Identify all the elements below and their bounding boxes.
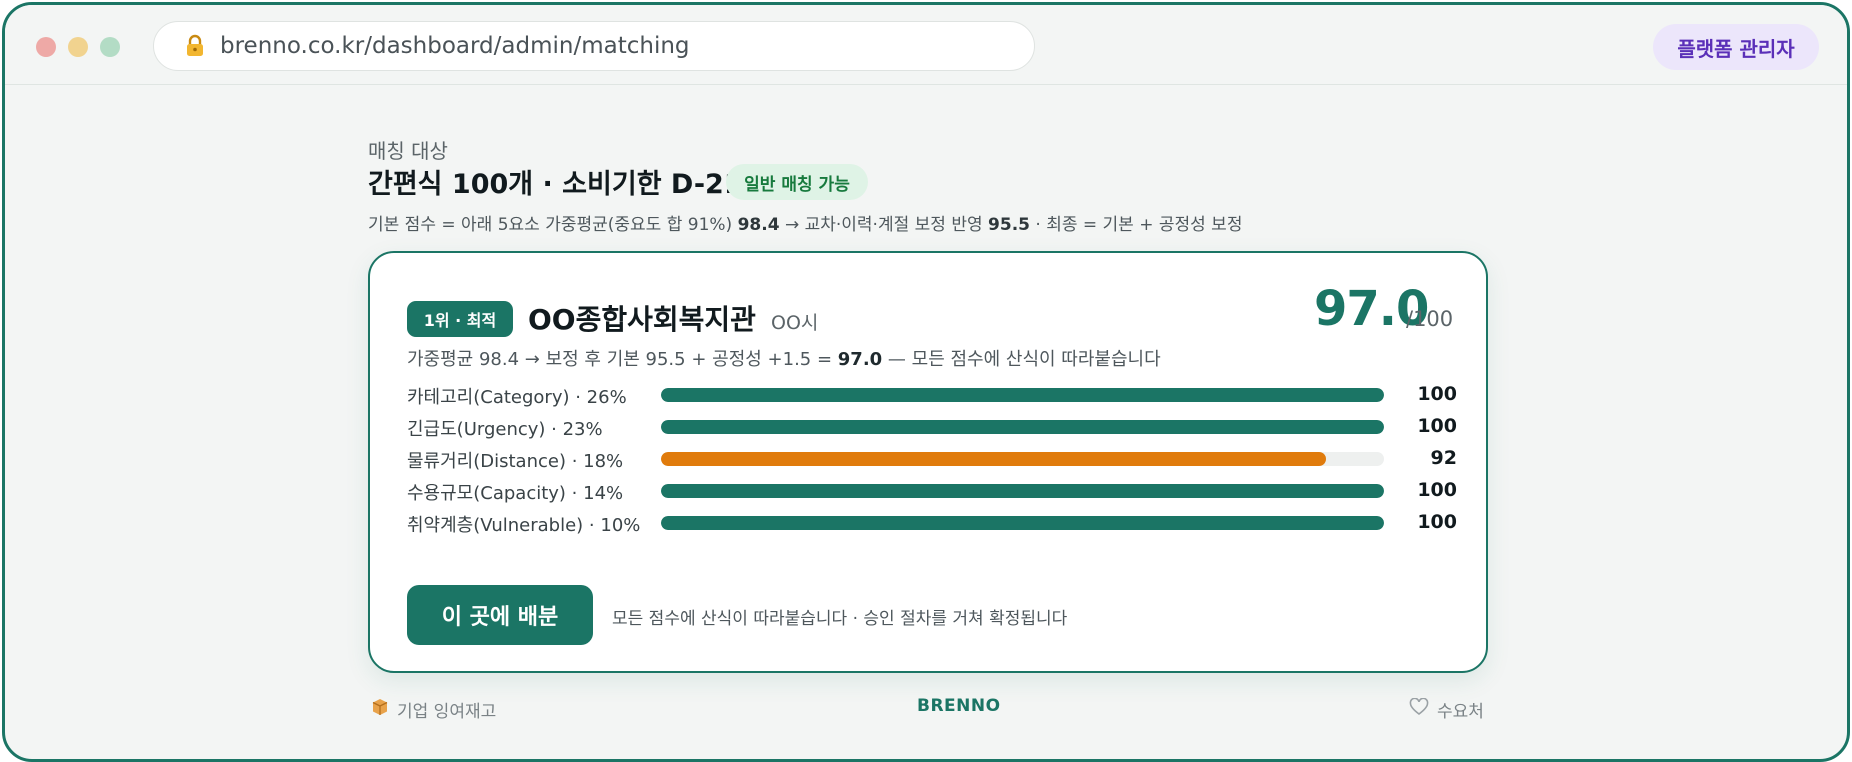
- formula-middle: → 교차·이력·계절 보정 반영: [779, 215, 989, 235]
- page-title: 간편식 100개 · 소비기한 D-21: [368, 169, 743, 200]
- card-formula-prefix: 가중평균 98.4 → 보정 후 기본 95.5 + 공정성 +1.5 =: [407, 349, 838, 370]
- factor-bar-fill: [661, 388, 1384, 402]
- factor-row-category: 카테고리(Category) · 26% 100: [407, 383, 1457, 408]
- score-formula-description: 기본 점수 = 아래 5요소 가중평균(중요도 합 91%) 98.4 → 교차…: [368, 210, 1242, 235]
- url-text: brenno.co.kr/dashboard/admin/matching: [220, 33, 690, 59]
- factor-bar-track: [661, 388, 1384, 402]
- factor-bar-track: [661, 484, 1384, 498]
- factor-label: 수용규모(Capacity) · 14%: [407, 483, 624, 504]
- match-status-badge: 일반 매칭 가능: [726, 164, 868, 200]
- factor-bar-fill: [661, 420, 1384, 434]
- maximize-window-button[interactable]: [100, 37, 120, 57]
- address-bar[interactable]: brenno.co.kr/dashboard/admin/matching: [153, 21, 1035, 71]
- factor-label: 물류거리(Distance) · 18%: [407, 451, 624, 472]
- organization-city: OO시: [771, 312, 819, 334]
- factor-label: 긴급도(Urgency) · 23%: [407, 419, 603, 440]
- formula-weighted-score: 98.4: [737, 215, 780, 235]
- brand-logo: BRENNO: [917, 696, 1001, 716]
- formula-adjusted-score: 95.5: [988, 215, 1030, 235]
- factor-value: 100: [1417, 479, 1457, 501]
- factor-row-capacity: 수용규모(Capacity) · 14% 100: [407, 479, 1457, 504]
- footer-source-label: 기업 잉여재고: [397, 702, 497, 722]
- footer-demand-link[interactable]: 수요처: [1409, 697, 1484, 722]
- heart-icon: [1409, 697, 1429, 721]
- factor-bar-track: [661, 516, 1384, 530]
- factor-row-urgency: 긴급도(Urgency) · 23% 100: [407, 415, 1457, 440]
- browser-window: brenno.co.kr/dashboard/admin/matching 플랫…: [2, 2, 1850, 762]
- factor-bar-fill: [661, 484, 1384, 498]
- factor-bar-track: [661, 452, 1384, 466]
- factor-value: 92: [1430, 447, 1457, 469]
- card-formula-total: 97.0: [837, 349, 883, 370]
- footer-demand-label: 수요처: [1437, 702, 1484, 722]
- lock-icon: [184, 34, 206, 58]
- factor-row-distance: 물류거리(Distance) · 18% 92: [407, 447, 1457, 472]
- card-score-formula: 가중평균 98.4 → 보정 후 기본 95.5 + 공정성 +1.5 = 97…: [407, 345, 1161, 371]
- user-role-badge[interactable]: 플랫폼 관리자: [1653, 24, 1819, 70]
- factor-row-vulnerable: 취약계층(Vulnerable) · 10% 100: [407, 511, 1457, 536]
- organization-name: OO종합사회복지관: [528, 303, 756, 336]
- factor-bar-fill: [661, 516, 1384, 530]
- factor-value: 100: [1417, 511, 1457, 533]
- minimize-window-button[interactable]: [68, 37, 88, 57]
- factor-value: 100: [1417, 415, 1457, 437]
- factor-bar-fill: [661, 452, 1327, 466]
- match-result-card: 1위 · 최적 OO종합사회복지관 OO시 97.0 /100 가중평균 98.…: [368, 251, 1488, 673]
- formula-prefix: 기본 점수 = 아래 5요소 가중평균(중요도 합 91%): [368, 215, 738, 235]
- package-icon: [371, 698, 389, 721]
- factor-value: 100: [1417, 383, 1457, 405]
- factor-label: 취약계층(Vulnerable) · 10%: [407, 515, 641, 536]
- allocate-button[interactable]: 이 곳에 배분: [407, 585, 593, 645]
- rank-badge: 1위 · 최적: [407, 301, 513, 337]
- footer-source-link[interactable]: 기업 잉여재고: [371, 697, 496, 722]
- close-window-button[interactable]: [36, 37, 56, 57]
- browser-toolbar: brenno.co.kr/dashboard/admin/matching 플랫…: [5, 5, 1847, 85]
- score-max: /100: [1406, 307, 1454, 331]
- factor-bar-track: [661, 420, 1384, 434]
- section-eyebrow: 매칭 대상: [368, 139, 448, 163]
- card-formula-suffix: — 모든 점수에 산식이 따라붙습니다: [882, 349, 1161, 370]
- formula-suffix: · 최종 = 기본 + 공정성 보정: [1029, 215, 1243, 235]
- allocate-note: 모든 점수에 산식이 따라붙습니다 · 승인 절차를 거쳐 확정됩니다: [612, 609, 1068, 629]
- factor-label: 카테고리(Category) · 26%: [407, 387, 627, 408]
